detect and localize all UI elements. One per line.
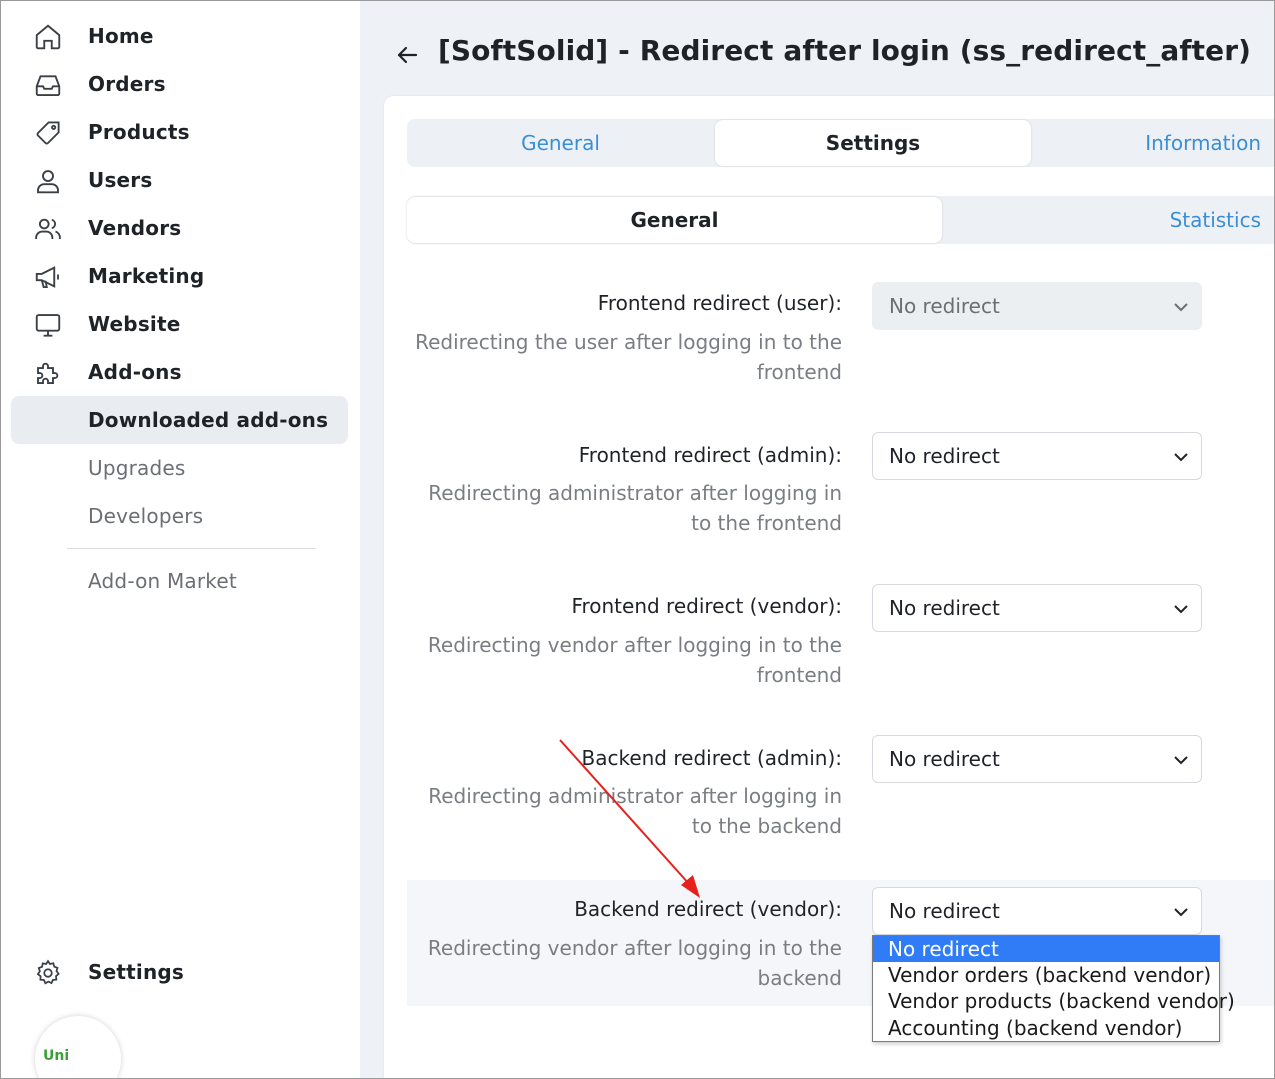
avatar-text: Uni [43, 1048, 70, 1064]
field-description: Redirecting administrator after logging … [428, 784, 842, 838]
sidebar-item-addons[interactable]: Add-ons [11, 349, 348, 395]
select-value: No redirect [889, 747, 1000, 771]
frontend-redirect-user-select: No redirect [872, 282, 1202, 330]
avatar[interactable]: Uni [35, 1016, 121, 1079]
tab-general[interactable]: General [407, 119, 714, 167]
field-description: Redirecting vendor after logging in to t… [427, 633, 842, 687]
sidebar-item-users[interactable]: Users [11, 157, 348, 203]
dropdown-option[interactable]: No redirect [873, 936, 1219, 962]
sidebar-item-label: Website [88, 312, 181, 336]
chevron-down-icon [1174, 605, 1188, 614]
field-label: Backend redirect (vendor): [574, 897, 842, 921]
tab-settings[interactable]: Settings [715, 120, 1031, 166]
sidebar-item-label: Home [88, 24, 154, 48]
sidebar-item-vendors[interactable]: Vendors [11, 205, 348, 251]
tag-icon [33, 118, 63, 148]
chevron-down-icon [1174, 756, 1188, 765]
sidebar-item-upgrades[interactable]: Upgrades [11, 445, 348, 491]
field-label: Backend redirect (admin): [581, 746, 842, 770]
field-description: Redirecting the user after logging in to… [415, 330, 842, 384]
select-value: No redirect [889, 294, 1000, 318]
backend-redirect-vendor-select[interactable]: No redirect [872, 887, 1202, 935]
sidebar-item-settings[interactable]: Settings [11, 949, 348, 995]
sidebar-item-label: Add-on Market [88, 569, 237, 593]
frontend-redirect-vendor-select[interactable]: No redirect [872, 584, 1202, 632]
sidebar-item-label: Settings [88, 960, 185, 984]
monitor-icon [33, 310, 63, 340]
users-icon [33, 214, 63, 244]
frontend-redirect-admin-select[interactable]: No redirect [872, 432, 1202, 480]
sidebar-item-label: Upgrades [88, 456, 186, 480]
field-description: Redirecting administrator after logging … [428, 481, 842, 535]
sidebar-item-label: Vendors [88, 216, 182, 240]
select-value: No redirect [889, 596, 1000, 620]
sidebar-item-label: Products [88, 120, 190, 144]
sidebar-item-home[interactable]: Home [11, 13, 348, 59]
tab-bar: General Settings Information [407, 119, 1275, 167]
sidebar-item-developers[interactable]: Developers [11, 493, 348, 539]
sidebar-item-addon-market[interactable]: Add-on Market [11, 558, 348, 604]
field-description: Redirecting vendor after logging in to t… [427, 936, 842, 990]
inbox-icon [33, 70, 63, 100]
backend-redirect-admin-select[interactable]: No redirect [872, 735, 1202, 783]
page-title: [SoftSolid] - Redirect after login (ss_r… [438, 34, 1252, 67]
sidebar-item-products[interactable]: Products [11, 109, 348, 155]
field-label: Frontend redirect (admin): [578, 443, 842, 467]
sidebar-item-label: Orders [88, 72, 166, 96]
sidebar-divider [67, 548, 316, 549]
user-icon [33, 166, 63, 196]
sidebar-item-orders[interactable]: Orders [11, 61, 348, 107]
tab-information[interactable]: Information [1031, 119, 1275, 167]
megaphone-icon [33, 262, 63, 292]
sidebar-item-downloaded-addons[interactable]: Downloaded add-ons [11, 396, 348, 444]
sidebar-item-marketing[interactable]: Marketing [11, 253, 348, 299]
puzzle-icon [33, 358, 63, 388]
chevron-down-icon [1174, 908, 1188, 917]
dropdown-option[interactable]: Vendor products (backend vendor) [873, 988, 1235, 1014]
subtab-general[interactable]: General [407, 197, 942, 243]
sidebar-item-label: Downloaded add-ons [88, 408, 329, 432]
sidebar-item-label: Developers [88, 504, 204, 528]
backend-redirect-vendor-dropdown: No redirect Vendor orders (backend vendo… [872, 935, 1235, 1042]
subtab-statistics[interactable]: Statistics [943, 196, 1275, 244]
field-label: Frontend redirect (user): [597, 291, 842, 315]
back-arrow-icon[interactable] [392, 40, 422, 70]
sidebar-item-label: Marketing [88, 264, 205, 288]
home-icon [33, 22, 63, 52]
chevron-down-icon [1174, 453, 1188, 462]
gear-icon [33, 958, 63, 988]
subtab-bar: General Statistics [407, 196, 1275, 244]
select-value: No redirect [889, 899, 1000, 923]
chevron-down-icon [1174, 303, 1188, 312]
sidebar-item-label: Add-ons [88, 360, 182, 384]
sidebar: Home Orders Products Users Vendors Marke… [1, 1, 360, 1079]
dropdown-option[interactable]: Vendor orders (backend vendor) [873, 962, 1219, 988]
field-label: Frontend redirect (vendor): [571, 594, 842, 618]
dropdown-option[interactable]: Accounting (backend vendor) [873, 1015, 1219, 1041]
sidebar-item-website[interactable]: Website [11, 301, 348, 347]
sidebar-item-label: Users [88, 168, 153, 192]
select-value: No redirect [889, 444, 1000, 468]
